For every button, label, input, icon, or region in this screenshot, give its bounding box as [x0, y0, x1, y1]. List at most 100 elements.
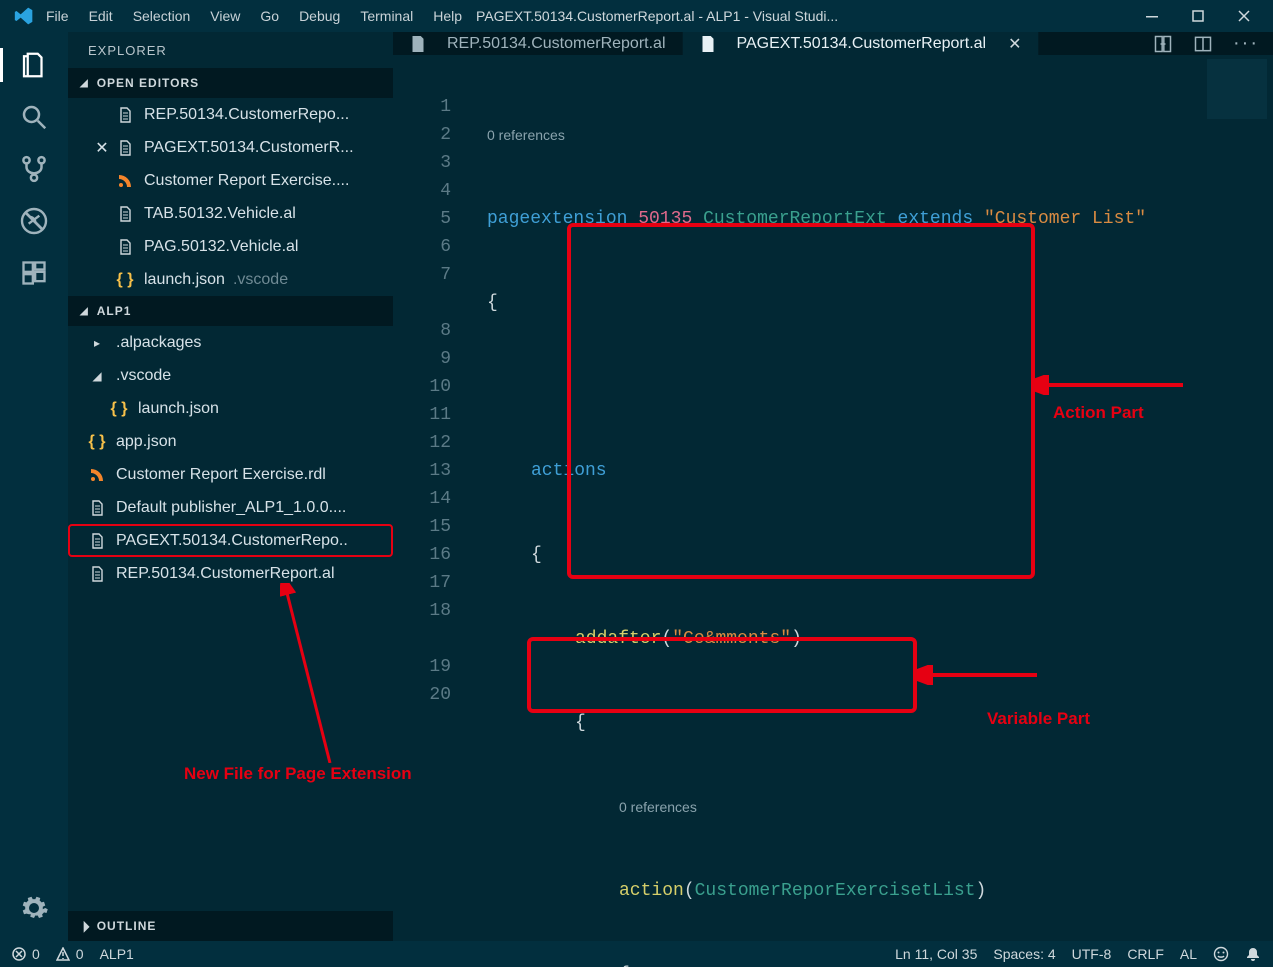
- line-number: 2: [393, 121, 451, 149]
- tree-item[interactable]: ◢ .vscode: [68, 359, 393, 392]
- menu-selection[interactable]: Selection: [133, 8, 191, 24]
- project-section[interactable]: ◢ ALP1: [68, 296, 393, 326]
- rss-icon: [116, 174, 134, 188]
- line-number: 20: [393, 681, 451, 709]
- menu-edit[interactable]: Edit: [89, 8, 113, 24]
- open-editors-list: REP.50134.CustomerRepo... ✕ PAGEXT.50134.C…: [68, 98, 393, 296]
- line-number: 13: [393, 457, 451, 485]
- menu-terminal[interactable]: Terminal: [360, 8, 413, 24]
- line-number: 16: [393, 541, 451, 569]
- line-number: 7: [393, 261, 451, 289]
- window-maximize-icon[interactable]: [1191, 9, 1209, 23]
- close-icon[interactable]: ✕: [88, 138, 116, 158]
- tree-item[interactable]: REP.50134.CustomerReport.al: [68, 557, 393, 590]
- line-number: 15: [393, 513, 451, 541]
- file-label: app.json: [116, 433, 177, 451]
- compare-changes-icon[interactable]: [1153, 34, 1173, 54]
- tab-actions: ···: [1139, 32, 1273, 55]
- outline-section[interactable]: ◢ OUTLINE: [68, 911, 393, 941]
- vscode-logo-icon: [14, 6, 34, 26]
- tree-item[interactable]: { } launch.json: [68, 392, 393, 425]
- tree-item[interactable]: { }app.json: [68, 425, 393, 458]
- chev-down-icon: ◢: [88, 369, 106, 383]
- line-number: 11: [393, 401, 451, 429]
- chevron-right-icon: ◢: [77, 919, 91, 933]
- activity-source-control-icon[interactable]: [17, 152, 51, 186]
- window-controls: [1145, 9, 1255, 23]
- minimap[interactable]: [1207, 59, 1267, 119]
- file-icon: [116, 107, 134, 123]
- file-label: launch.json: [138, 400, 219, 418]
- tree-item[interactable]: Customer Report Exercise.rdl: [68, 458, 393, 491]
- line-number: 19: [393, 653, 451, 681]
- activity-bar: [0, 32, 68, 941]
- menu-help[interactable]: Help: [433, 8, 462, 24]
- open-editor-item[interactable]: Customer Report Exercise....: [68, 164, 393, 197]
- line-number: 10: [393, 373, 451, 401]
- activity-settings-gear-icon[interactable]: [17, 891, 51, 925]
- braces-icon: { }: [110, 400, 128, 418]
- open-editor-item[interactable]: TAB.50132.Vehicle.al: [68, 197, 393, 230]
- menu-file[interactable]: File: [46, 8, 69, 24]
- file-icon: [116, 140, 134, 156]
- tab-pagext-report[interactable]: PAGEXT.50134.CustomerReport.al ✕: [683, 32, 1039, 55]
- menu-debug[interactable]: Debug: [299, 8, 340, 24]
- menu-go[interactable]: Go: [260, 8, 279, 24]
- file-icon: [699, 36, 717, 52]
- codelens-references[interactable]: 0 references: [467, 121, 1273, 149]
- activity-search-icon[interactable]: [17, 100, 51, 134]
- code-content[interactable]: 0 references pageextension 50135 Custome…: [467, 55, 1273, 967]
- open-editor-item[interactable]: ✕ PAGEXT.50134.CustomerR...: [68, 131, 393, 164]
- codelens-references[interactable]: 0 references: [467, 793, 1273, 821]
- file-label: Default publisher_ALP1_1.0.0....: [116, 499, 346, 517]
- status-folder[interactable]: ALP1: [100, 946, 134, 962]
- line-number-gutter: 1234567891011121314151617181920: [393, 55, 467, 967]
- line-number: 4: [393, 177, 451, 205]
- activity-explorer-icon[interactable]: [17, 48, 51, 82]
- open-editors-label: OPEN EDITORS: [97, 76, 199, 90]
- shell: EXPLORER ◢ OPEN EDITORS REP.50134.Custom…: [0, 32, 1273, 941]
- tree-item[interactable]: ▸.alpackages: [68, 326, 393, 359]
- file-label: .vscode: [116, 367, 171, 385]
- tree-item[interactable]: PAGEXT.50134.CustomerRepo..: [68, 524, 393, 557]
- line-number: 9: [393, 345, 451, 373]
- more-actions-icon[interactable]: ···: [1233, 32, 1259, 55]
- file-label: PAG.50132.Vehicle.al: [144, 238, 298, 256]
- line-number: 17: [393, 569, 451, 597]
- tree-item[interactable]: Default publisher_ALP1_1.0.0....: [68, 491, 393, 524]
- status-warnings[interactable]: 0: [56, 946, 84, 962]
- explorer-title: EXPLORER: [68, 32, 393, 68]
- line-number: [393, 65, 451, 93]
- titlebar: File Edit Selection View Go Debug Termin…: [0, 0, 1273, 32]
- open-editor-item[interactable]: REP.50134.CustomerRepo...: [68, 98, 393, 131]
- file-label: PAGEXT.50134.CustomerR...: [144, 139, 354, 157]
- open-editor-item[interactable]: { }launch.json.vscode: [68, 263, 393, 296]
- project-label: ALP1: [97, 304, 132, 318]
- line-number: 3: [393, 149, 451, 177]
- status-errors[interactable]: 0: [12, 946, 40, 962]
- window-close-icon[interactable]: [1237, 9, 1255, 23]
- file-icon: [88, 500, 106, 516]
- tab-rep-report[interactable]: REP.50134.CustomerReport.al: [393, 32, 683, 55]
- chevron-down-icon: ◢: [80, 306, 89, 317]
- file-icon: [88, 533, 106, 549]
- close-icon[interactable]: ✕: [1008, 34, 1021, 54]
- split-editor-icon[interactable]: [1193, 34, 1213, 54]
- file-tree: ▸.alpackages ◢ .vscode { } launch.json { }app…: [68, 326, 393, 590]
- line-number: 6: [393, 233, 451, 261]
- activity-extensions-icon[interactable]: [17, 256, 51, 290]
- editor-tabs: REP.50134.CustomerReport.al PAGEXT.50134…: [393, 32, 1273, 55]
- menu-view[interactable]: View: [210, 8, 240, 24]
- tab-label: REP.50134.CustomerReport.al: [447, 35, 666, 53]
- editor-body[interactable]: 1234567891011121314151617181920 0 refere…: [393, 55, 1273, 967]
- window-title: PAGEXT.50134.CustomerReport.al - ALP1 - …: [476, 8, 1129, 24]
- line-number: 1: [393, 93, 451, 121]
- window-minimize-icon[interactable]: [1145, 9, 1163, 23]
- file-label: REP.50134.CustomerRepo...: [144, 106, 349, 124]
- file-icon: [409, 36, 427, 52]
- file-path-suffix: .vscode: [233, 271, 288, 289]
- open-editor-item[interactable]: PAG.50132.Vehicle.al: [68, 230, 393, 263]
- open-editors-section[interactable]: ◢ OPEN EDITORS: [68, 68, 393, 98]
- file-icon: [116, 239, 134, 255]
- activity-debug-icon[interactable]: [17, 204, 51, 238]
